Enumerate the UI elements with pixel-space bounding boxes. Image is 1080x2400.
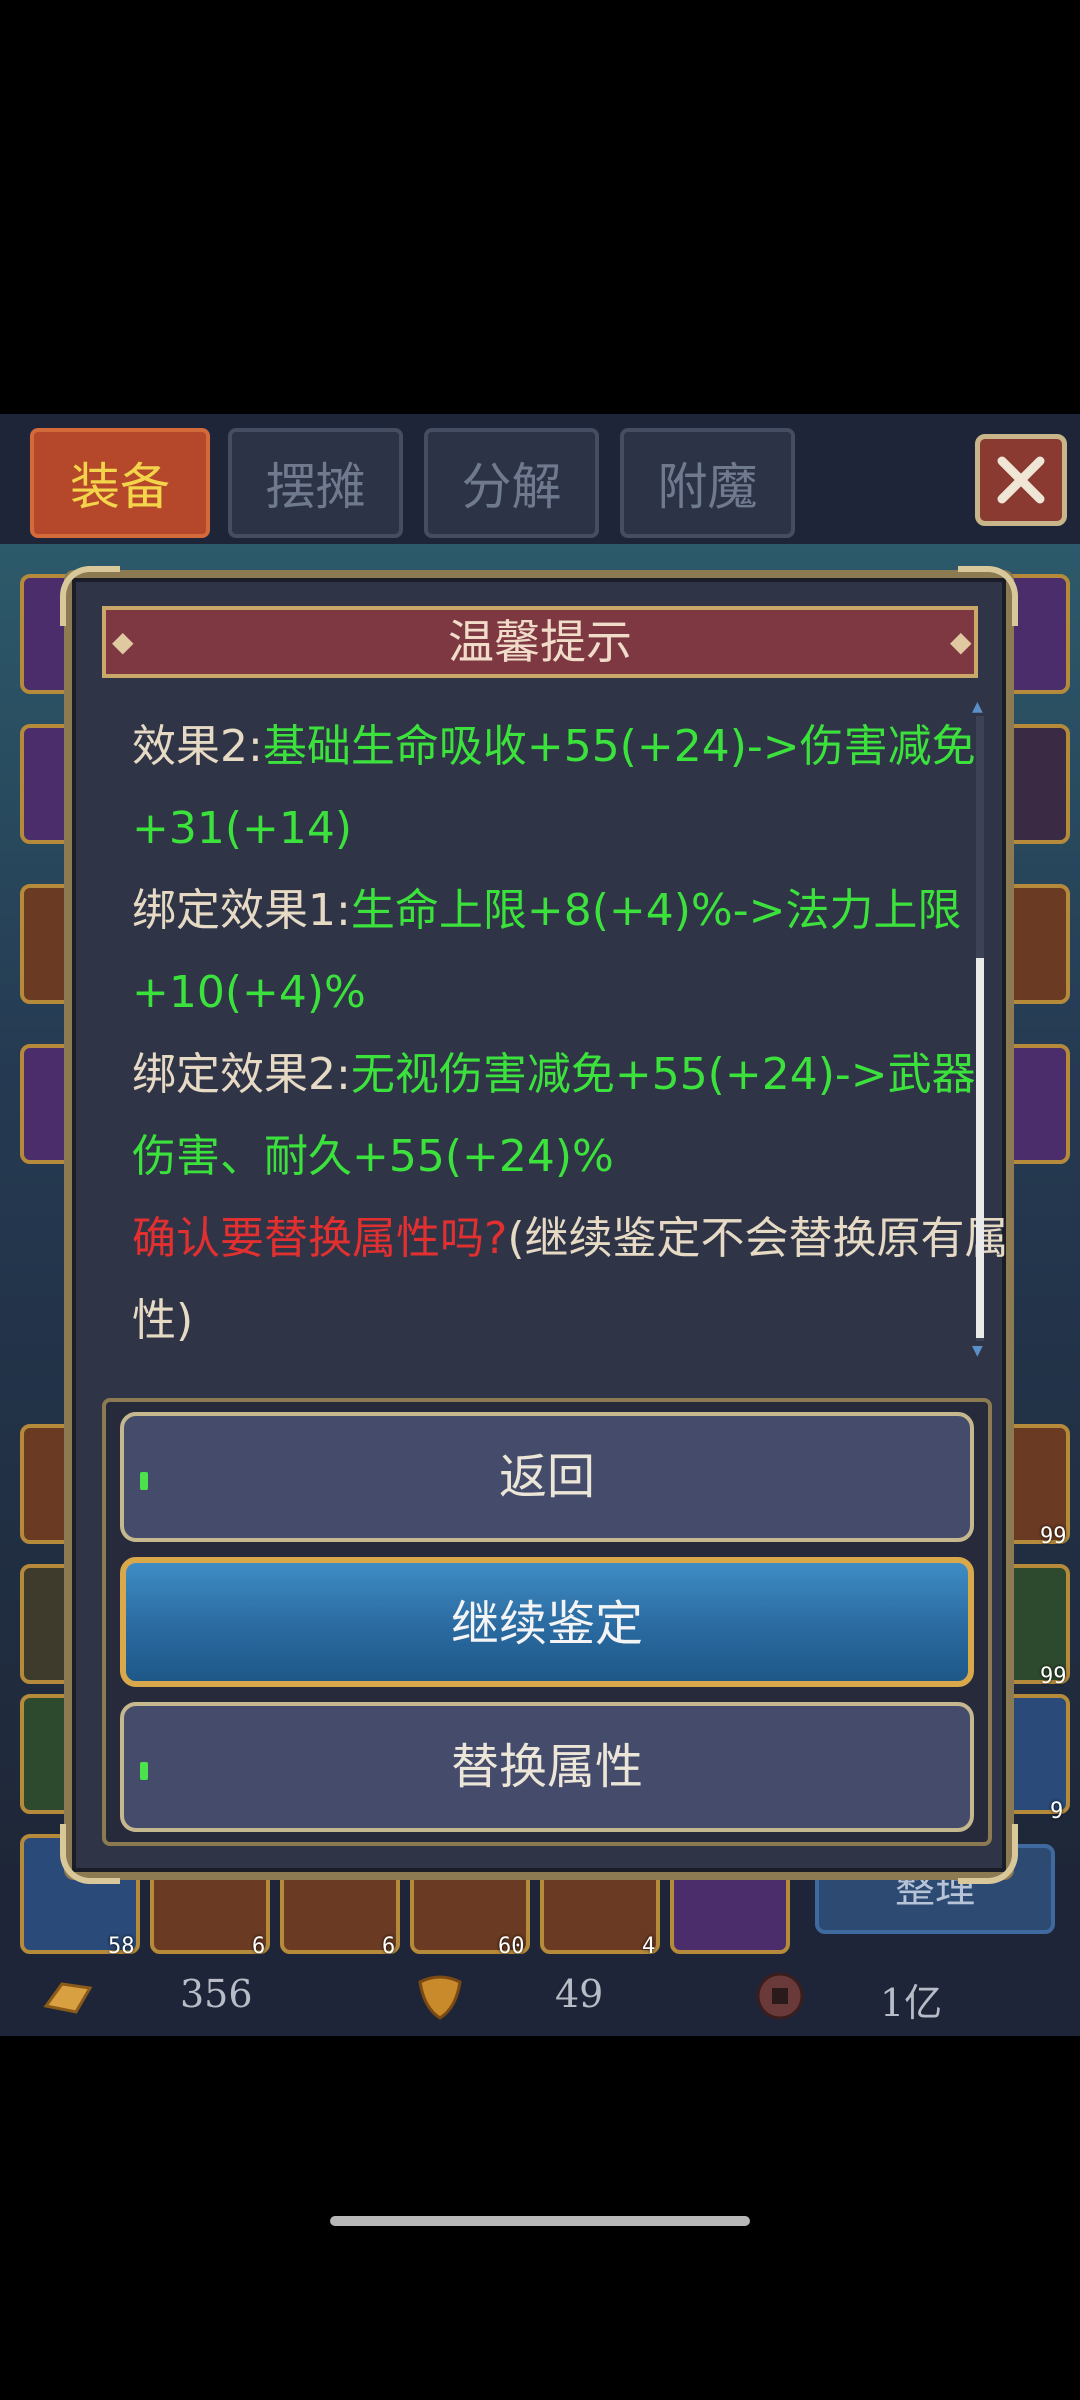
bind-effect2-label: 绑定效果2: <box>132 1049 351 1100</box>
currency-bar: 356 49 1亿 <box>0 1954 1080 2036</box>
close-x-icon <box>997 456 1045 504</box>
gold-amount: 356 <box>180 1972 253 2016</box>
slot-count: 99 <box>1040 1664 1067 1689</box>
back-button-label: 返回 <box>498 1449 595 1505</box>
title-ornament-icon: ◆ <box>950 625 972 658</box>
dialog-button-panel: 返回 继续鉴定 替换属性 <box>102 1398 992 1846</box>
scroll-down-icon[interactable]: ▼ <box>972 1344 988 1358</box>
title-ornament-icon: ◆ <box>112 625 134 658</box>
continue-identify-button[interactable]: 继续鉴定 <box>120 1557 974 1687</box>
coin-icon <box>756 1972 804 2020</box>
slot-count: 99 <box>1040 1524 1067 1549</box>
button-indicator-icon <box>140 1472 148 1490</box>
replace-attributes-button[interactable]: 替换属性 <box>120 1702 974 1832</box>
tab-enchant[interactable]: 附魔 <box>620 428 795 538</box>
tab-equipment[interactable]: 装备 <box>30 428 210 538</box>
scroll-up-icon[interactable]: ▲ <box>972 700 988 714</box>
dialog-title-bar: ◆ 温馨提示 ◆ <box>102 606 978 678</box>
replace-attributes-label: 替换属性 <box>450 1739 643 1795</box>
leaf-icon <box>418 1975 462 2020</box>
tab-decompose[interactable]: 分解 <box>424 428 599 538</box>
confirm-question: 确认要替换属性吗? <box>132 1213 508 1264</box>
continue-identify-label: 继续鉴定 <box>450 1596 643 1652</box>
bind-effect1-label: 绑定效果1: <box>132 885 351 936</box>
slot-count: 9 <box>1050 1799 1064 1824</box>
scrollbar-thumb[interactable] <box>976 958 984 1338</box>
close-button[interactable] <box>975 434 1067 526</box>
leaf-amount: 49 <box>555 1972 604 2016</box>
back-button[interactable]: 返回 <box>120 1412 974 1542</box>
effect2-label: 效果2: <box>132 721 263 772</box>
dialog-message: 效果2:基础生命吸收+55(+24)->伤害减免+31(+14) 绑定效果1:生… <box>132 706 1012 1362</box>
home-indicator[interactable] <box>330 2216 750 2226</box>
gold-bar-icon <box>43 1982 93 2014</box>
dialog-title: 温馨提示 <box>448 615 632 669</box>
warm-tip-dialog: ◆ 温馨提示 ◆ 效果2:基础生命吸收+55(+24)->伤害减免+31(+14… <box>60 566 1018 1884</box>
tab-stall[interactable]: 摆摊 <box>228 428 403 538</box>
button-indicator-icon <box>140 1762 148 1780</box>
coin-amount: 1亿 <box>880 1981 943 2025</box>
